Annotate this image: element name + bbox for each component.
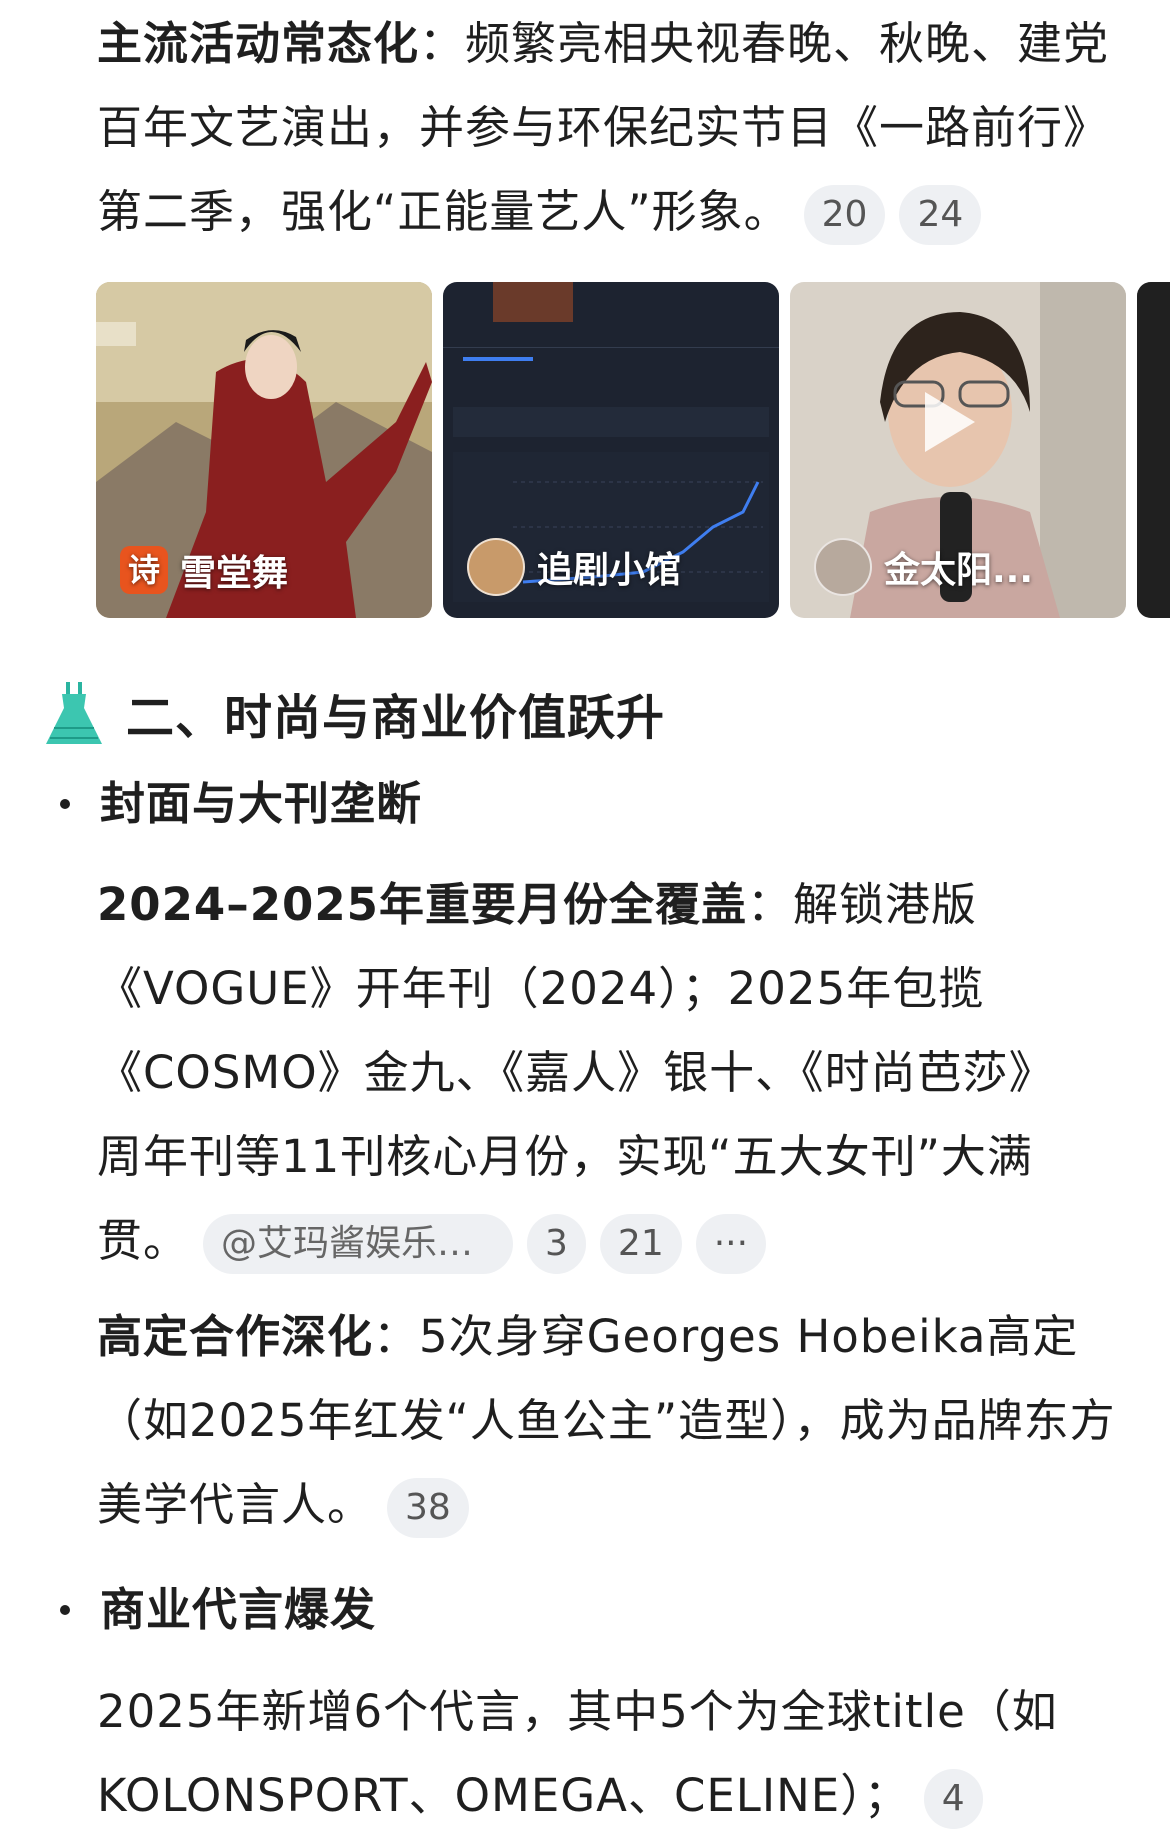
thumb-card[interactable] [1137, 282, 1170, 618]
para-bold: 2024–2025年重要月份全覆盖 [97, 878, 747, 931]
poem-badge-icon: 诗 [120, 546, 168, 594]
thumb-label: 追剧小馆 [537, 550, 682, 591]
citation-badge[interactable]: 38 [387, 1478, 469, 1538]
paragraph-covers: 2024–2025年重要月份全覆盖：解锁港版《VOGUE》开年刊（2024）；2… [97, 863, 1097, 1283]
page: 主流活动常态化：频繁亮相央视春晚、秋晚、建党百年文艺演出，并参与环保纪实节目《一… [0, 0, 1170, 1839]
more-citations-button[interactable]: ··· [695, 1214, 767, 1274]
image-carousel[interactable]: 诗 雪堂舞 追剧小馆 金太阳... [96, 282, 1170, 618]
bullet-dot [60, 1605, 70, 1615]
person-avatar-icon [814, 538, 872, 596]
thumb-author[interactable]: 金太阳... [814, 538, 1033, 596]
section-title: 二、时尚与商业价值跃升 [126, 690, 666, 746]
para-text: 2025年新增6个代言，其中5个为全球title（如KOLONSPORT、OME… [97, 1685, 1058, 1822]
paragraph-endorsements: 2025年新增6个代言，其中5个为全球title（如KOLONSPORT、OME… [97, 1670, 1127, 1838]
dress-emoji-icon [46, 682, 102, 744]
food-avatar-icon [467, 538, 525, 596]
paragraph-haute-couture: 高定合作深化：5次身穿Georges Hobeika高定（如2025年红发“人鱼… [97, 1295, 1127, 1547]
source-tag[interactable]: @艾玛酱娱乐手... [203, 1214, 514, 1274]
section-heading: 二、时尚与商业价值跃升 [44, 678, 665, 748]
bullet-dot [60, 799, 70, 809]
citation-badge[interactable]: 20 [803, 185, 886, 245]
citation-badge[interactable]: 21 [599, 1214, 682, 1274]
para-text: ：解锁港版《VOGUE》开年刊（2024）；2025年包揽《COSMO》金九、《… [97, 878, 1055, 1267]
thumb-card[interactable]: 追剧小馆 [443, 282, 779, 618]
citation-badge[interactable]: 24 [899, 185, 982, 245]
citation-badge[interactable]: 3 [527, 1214, 586, 1274]
thumb-author[interactable]: 诗 雪堂舞 [120, 544, 288, 596]
bullet-item: 封面与大刊垄断 [60, 762, 422, 846]
bullet-title: 商业代言爆发 [100, 1583, 377, 1636]
bullet-title: 封面与大刊垄断 [100, 777, 423, 830]
paragraph-mainstream: 主流活动常态化：频繁亮相央视春晚、秋晚、建党百年文艺演出，并参与环保纪实节目《一… [97, 2, 1127, 254]
thumb-image [1137, 282, 1170, 618]
para-bold: 高定合作深化 [97, 1310, 374, 1363]
thumb-card[interactable]: 诗 雪堂舞 [96, 282, 432, 618]
thumb-label: 金太阳... [884, 550, 1034, 591]
thumb-label: 雪堂舞 [180, 553, 289, 594]
para-bold: 主流活动常态化 [97, 17, 420, 70]
thumb-author[interactable]: 追剧小馆 [467, 538, 681, 596]
bullet-item: 商业代言爆发 [60, 1568, 376, 1652]
thumb-card[interactable]: 金太阳... [790, 282, 1126, 618]
citation-badge[interactable]: 4 [923, 1769, 983, 1829]
